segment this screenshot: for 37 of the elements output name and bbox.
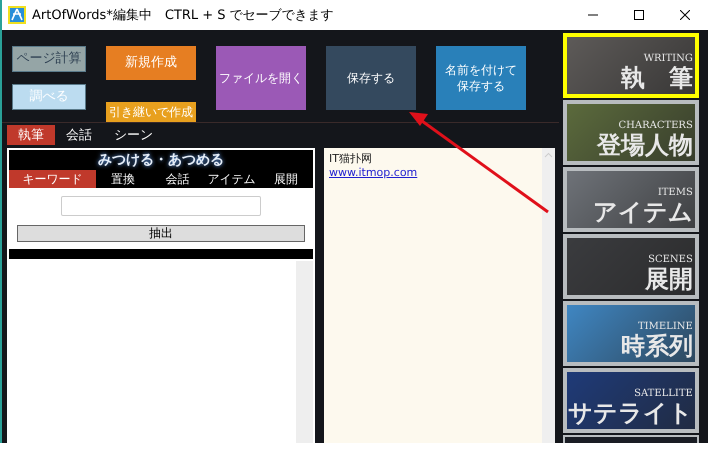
editor-text: IT猫扑网 <box>329 152 373 166</box>
tile-title: 登場人物 <box>596 131 693 159</box>
tile-title: 執 筆 <box>620 64 693 92</box>
sidebar-tile[interactable]: SCENES 展開 <box>562 234 699 299</box>
tab[interactable]: 会話 <box>55 125 103 145</box>
toolbar-button[interactable]: ファイルを開く <box>216 46 306 110</box>
sidebar-tile[interactable] <box>562 435 699 443</box>
tile-caption: SCENES <box>648 254 693 265</box>
app-icon <box>8 6 26 24</box>
editor-link[interactable]: www.itmop.com <box>329 166 537 180</box>
tile-caption: TIMELINE <box>638 321 693 332</box>
panel-title: みつける・あつめる <box>97 151 225 170</box>
sidebar-tile[interactable]: ITEMS アイテム <box>562 167 699 232</box>
sidebar-tile[interactable]: CHARACTERS 登場人物 <box>562 100 699 165</box>
tab[interactable]: シーン <box>103 125 164 145</box>
tile-title: サテライト <box>568 399 693 427</box>
toolbar-button[interactable]: 名前を付けて 保存する <box>436 46 526 110</box>
sidebar-tile[interactable]: WRITING 執 筆 <box>562 33 699 98</box>
search-field[interactable] <box>61 196 261 216</box>
toolbar-button[interactable]: ページ計算 <box>12 46 86 72</box>
toolbar-button[interactable]: 保存する <box>326 46 416 110</box>
search-tab[interactable]: キーワード <box>9 170 96 188</box>
maximize-icon <box>634 10 644 20</box>
tile-title: アイテム <box>592 198 693 226</box>
tile-caption: WRITING <box>644 53 693 64</box>
tile-caption: SATELLITE <box>634 388 693 399</box>
text-editor[interactable]: IT猫扑网 www.itmop.com <box>324 148 555 443</box>
sidebar-tile[interactable]: TIMELINE 時系列 <box>562 301 699 366</box>
close-icon <box>680 10 690 20</box>
tile-caption: ITEMS <box>658 187 693 198</box>
tile-title: 時系列 <box>620 332 693 360</box>
tab[interactable]: 執筆 <box>7 125 55 145</box>
window-title: ArtOfWords*編集中 CTRL + S でセーブできます <box>32 7 335 24</box>
sidebar-tile[interactable]: SATELLITE サテライト <box>562 368 699 433</box>
extract-button[interactable]: 抽出 <box>17 225 305 242</box>
tile-title: 展開 <box>644 265 693 293</box>
tile-caption: CHARACTERS <box>618 120 693 131</box>
